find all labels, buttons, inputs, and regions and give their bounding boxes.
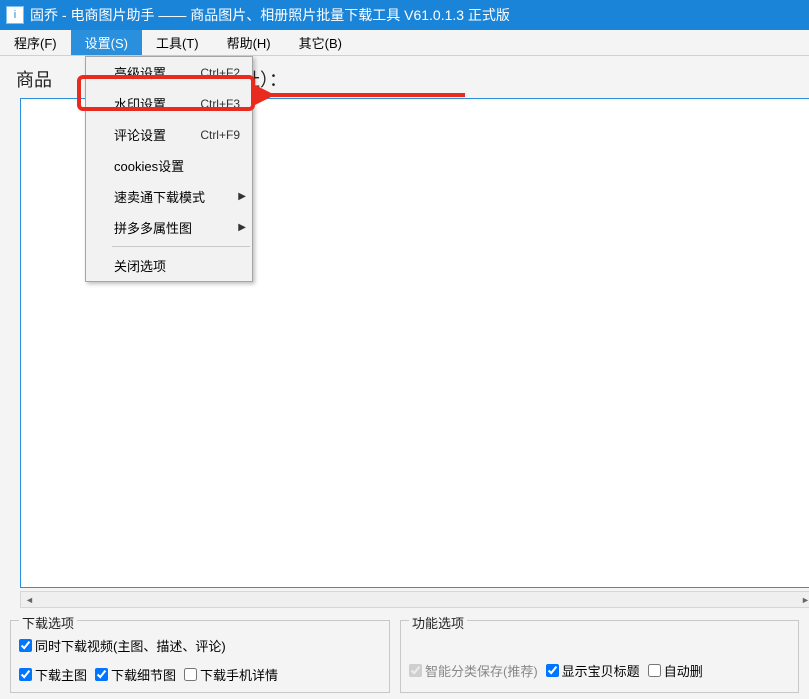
download-group-title: 下载选项 [19,613,77,632]
bottom-panel: 下载选项 同时下载视频(主图、描述、评论) 下载主图 下载细节图 [0,614,809,699]
menuitem-pdd-attr[interactable]: 拼多多属性图 ▶ [86,212,252,243]
menuitem-aliexpress-mode[interactable]: 速卖通下载模式 ▶ [86,181,252,212]
settings-dropdown: 高级设置 Ctrl+F2 水印设置 Ctrl+F3 评论设置 Ctrl+F9 c… [85,56,253,282]
menuitem-watermark-label: 水印设置 [114,94,166,113]
horizontal-scrollbar[interactable]: ◄ ► [20,591,809,608]
menuitem-comment-shortcut: Ctrl+F9 [200,128,240,142]
checkbox-download-mobile[interactable]: 下载手机详情 [184,665,278,684]
menuitem-advanced-label: 高级设置 [114,63,166,82]
checkbox-autodel-label: 自动删 [664,661,703,680]
menu-settings[interactable]: 设置(S) [71,30,142,55]
function-options-group: 功能选项 智能分类保存(推荐) 显示宝贝标题 自动删 [400,620,799,693]
menuitem-advanced-shortcut: Ctrl+F2 [200,66,240,80]
page-label-prefix: 商品 [16,70,52,90]
checkbox-download-detail-input[interactable] [95,668,108,681]
menu-other[interactable]: 其它(B) [285,30,356,55]
download-options-group: 下载选项 同时下载视频(主图、描述、评论) 下载主图 下载细节图 [10,620,390,693]
menu-help[interactable]: 帮助(H) [213,30,285,55]
menuitem-cookies-label: cookies设置 [114,156,184,175]
menuitem-watermark-settings[interactable]: 水印设置 Ctrl+F3 [86,88,252,119]
menuitem-comment-settings[interactable]: 评论设置 Ctrl+F9 [86,119,252,150]
menubar: 程序(F) 设置(S) 工具(T) 帮助(H) 其它(B) [0,30,809,56]
checkbox-download-detail-label: 下载细节图 [111,665,176,684]
menuitem-close-label: 关闭选项 [114,256,166,275]
checkbox-show-title[interactable]: 显示宝贝标题 [546,661,640,680]
checkbox-download-main-label: 下载主图 [35,665,87,684]
checkbox-show-title-label: 显示宝贝标题 [562,661,640,680]
scroll-right-button[interactable]: ► [797,592,809,607]
checkbox-download-main-input[interactable] [19,668,32,681]
checkbox-download-video[interactable]: 同时下载视频(主图、描述、评论) [19,636,226,655]
checkbox-download-detail[interactable]: 下载细节图 [95,665,176,684]
checkbox-smart-save[interactable]: 智能分类保存(推荐) [409,661,538,680]
checkbox-smart-save-label: 智能分类保存(推荐) [425,661,538,680]
menuitem-advanced-settings[interactable]: 高级设置 Ctrl+F2 [86,57,252,88]
checkbox-autodel-input[interactable] [648,664,661,677]
menu-tools[interactable]: 工具(T) [142,30,213,55]
menuitem-watermark-shortcut: Ctrl+F3 [200,97,240,111]
app-icon-char: i [14,9,16,21]
window-titlebar: i 固乔 - 电商图片助手 —— 商品图片、相册照片批量下载工具 V61.0.1… [0,0,809,30]
menuitem-cookies-settings[interactable]: cookies设置 [86,150,252,181]
checkbox-download-mobile-input[interactable] [184,668,197,681]
checkbox-smart-save-input[interactable] [409,664,422,677]
menuitem-pdd-label: 拼多多属性图 [114,218,192,237]
dropdown-separator [112,246,250,247]
menu-program[interactable]: 程序(F) [0,30,71,55]
function-group-title: 功能选项 [409,613,467,632]
scroll-left-button[interactable]: ◄ [21,592,38,607]
checkbox-download-mobile-label: 下载手机详情 [200,665,278,684]
menuitem-close-options[interactable]: 关闭选项 [86,250,252,281]
checkbox-show-title-input[interactable] [546,664,559,677]
checkbox-download-video-input[interactable] [19,639,32,652]
checkbox-download-video-label: 同时下载视频(主图、描述、评论) [35,636,226,655]
app-icon: i [6,6,24,24]
menuitem-aliexpress-label: 速卖通下载模式 [114,187,205,206]
submenu-arrow-icon: ▶ [238,222,246,233]
checkbox-autodel[interactable]: 自动删 [648,661,703,680]
checkbox-download-main[interactable]: 下载主图 [19,665,87,684]
submenu-arrow-icon: ▶ [238,191,246,202]
menuitem-comment-label: 评论设置 [114,125,166,144]
window-title: 固乔 - 电商图片助手 —— 商品图片、相册照片批量下载工具 V61.0.1.3… [30,5,510,25]
